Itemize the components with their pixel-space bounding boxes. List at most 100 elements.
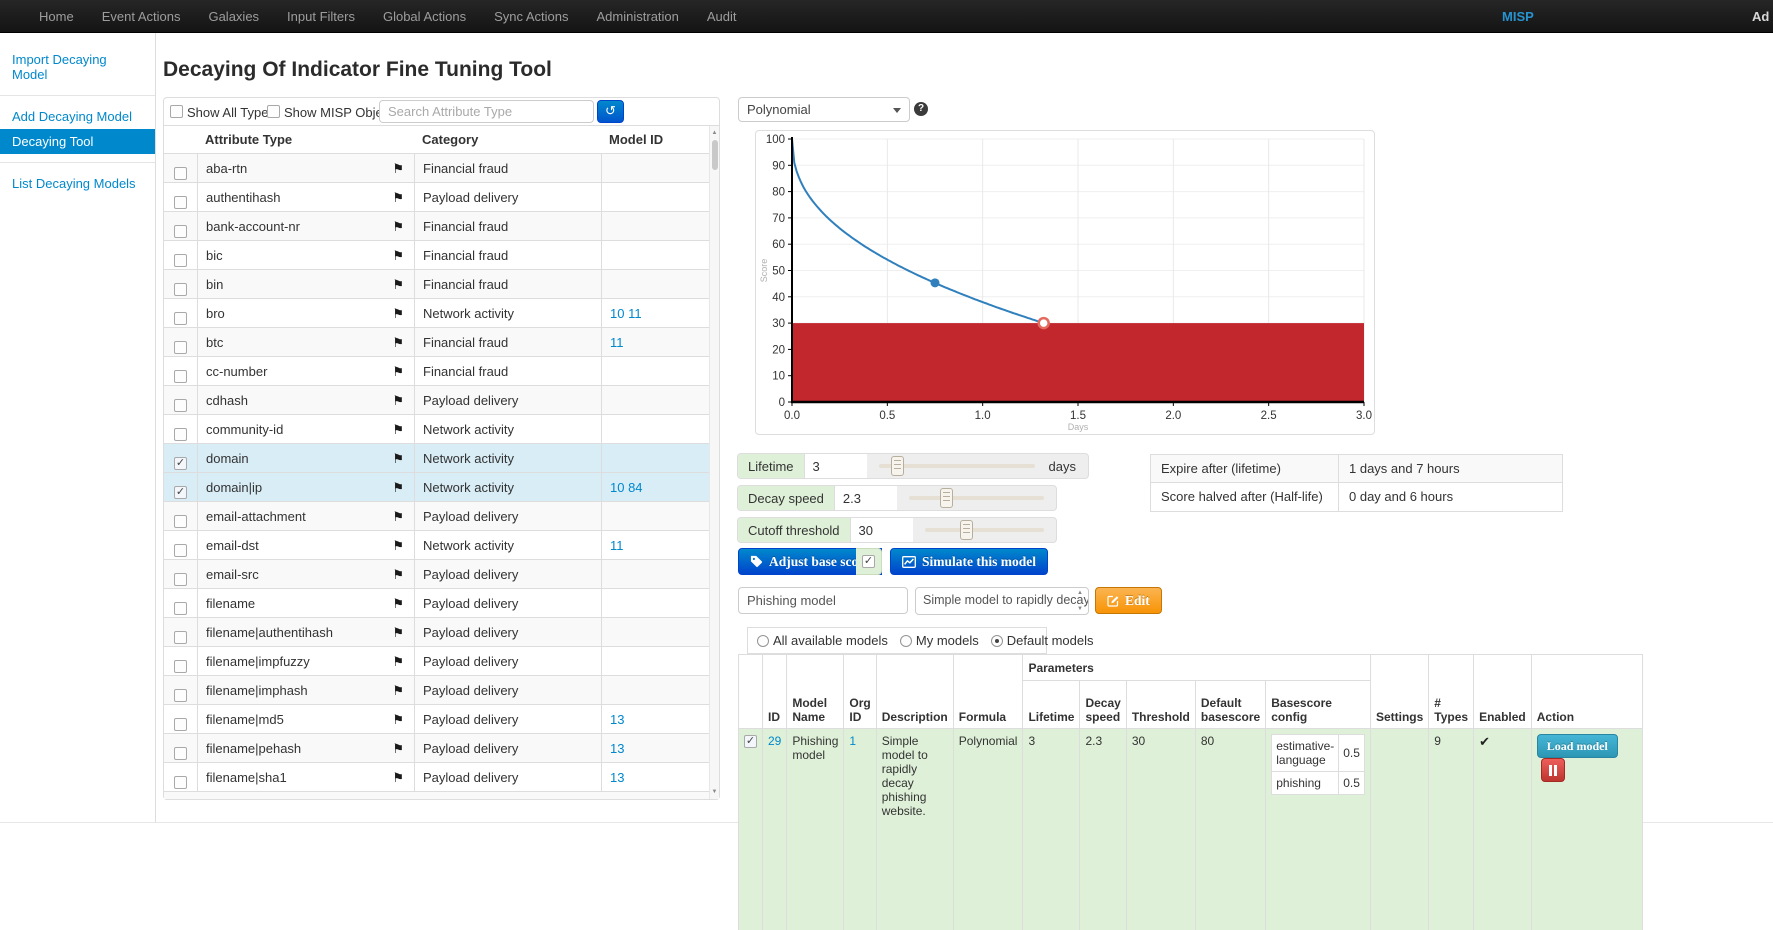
show-misp-objects-checkbox[interactable] — [267, 105, 280, 118]
model-row[interactable]: ✓ 29 Phishing model 1 Simple model to ra… — [739, 729, 1643, 930]
nav-item-home[interactable]: Home — [25, 0, 88, 33]
slider-track[interactable] — [909, 496, 1044, 500]
row-checkbox[interactable]: ✓ — [174, 457, 187, 470]
model-description-input[interactable]: Simple model to rapidly decay ▲▼ — [915, 587, 1089, 615]
model-id-link[interactable]: 29 — [768, 734, 781, 748]
radio-button[interactable] — [757, 635, 769, 647]
nav-item-sync-actions[interactable]: Sync Actions — [480, 0, 582, 33]
table-row[interactable]: authentihash⚑Payload delivery — [164, 183, 709, 212]
nav-item-audit[interactable]: Audit — [693, 0, 751, 33]
misp-brand[interactable]: MISP — [1502, 0, 1534, 33]
table-row[interactable]: aba-rtn⚑Financial fraud — [164, 154, 709, 183]
sidebar-item-add-decaying-model[interactable]: Add Decaying Model — [0, 104, 155, 129]
table-row[interactable]: filename|md5⚑Payload delivery13 — [164, 705, 709, 734]
radio-button[interactable] — [991, 635, 1003, 647]
nav-item-administration[interactable]: Administration — [583, 0, 693, 33]
row-checkbox[interactable] — [174, 689, 187, 702]
textarea-scroll-arrows[interactable]: ▲▼ — [1074, 590, 1086, 612]
table-row[interactable]: bro⚑Network activity10 11 — [164, 299, 709, 328]
edit-model-button[interactable]: Edit — [1095, 587, 1162, 614]
table-row[interactable]: email-dst⚑Network activity11 — [164, 531, 709, 560]
table-row[interactable]: email-src⚑Payload delivery — [164, 560, 709, 589]
attribute-table-scrollbar[interactable]: ▲ ▼ — [709, 126, 719, 799]
org-id-link[interactable]: 1 — [849, 734, 856, 748]
row-checkbox[interactable] — [174, 312, 187, 325]
load-model-button[interactable]: Load model — [1537, 734, 1618, 758]
nav-item-input-filters[interactable]: Input Filters — [273, 0, 369, 33]
model-id-link[interactable]: 13 — [610, 741, 624, 756]
scrollbar-thumb[interactable] — [712, 140, 718, 170]
row-checkbox[interactable] — [174, 573, 187, 586]
radio-all-available-models[interactable]: All available models — [757, 633, 888, 648]
decay-speed-value[interactable]: 2.3 — [835, 486, 897, 510]
table-row[interactable]: filename|impfuzzy⚑Payload delivery — [164, 647, 709, 676]
row-checkbox[interactable] — [174, 225, 187, 238]
refresh-search-button[interactable]: ↺ — [597, 100, 624, 123]
row-checkbox[interactable] — [174, 428, 187, 441]
table-row[interactable]: bank-account-nr⚑Financial fraud — [164, 212, 709, 241]
table-row[interactable]: email-attachment⚑Payload delivery — [164, 502, 709, 531]
lifetime-slider[interactable] — [879, 454, 1035, 478]
sidebar-item-list-decaying-models[interactable]: List Decaying Models — [0, 171, 155, 196]
row-checkbox[interactable] — [174, 631, 187, 644]
row-checkbox[interactable] — [174, 544, 187, 557]
row-checkbox[interactable] — [174, 167, 187, 180]
scroll-down-icon[interactable]: ▼ — [710, 789, 719, 795]
formula-select[interactable]: Polynomial — [738, 97, 910, 122]
model-id-link[interactable]: 10 11 — [610, 306, 642, 321]
slider-track[interactable] — [925, 528, 1044, 532]
table-row[interactable]: filename|pehash⚑Payload delivery13 — [164, 734, 709, 763]
model-id-link[interactable]: 13 — [610, 770, 624, 785]
row-checkbox[interactable] — [174, 341, 187, 354]
radio-button[interactable] — [900, 635, 912, 647]
table-row[interactable]: community-id⚑Network activity — [164, 415, 709, 444]
table-row[interactable]: filename|sha1⚑Payload delivery13 — [164, 763, 709, 792]
row-checkbox[interactable] — [174, 776, 187, 789]
slider-handle[interactable] — [891, 456, 904, 476]
nav-right-text[interactable]: Ad — [1752, 0, 1769, 33]
model-id-link[interactable]: 10 84 — [610, 480, 643, 495]
row-checkbox[interactable] — [174, 602, 187, 615]
model-id-link[interactable]: 11 — [610, 335, 624, 350]
search-attribute-input[interactable] — [379, 100, 594, 123]
model-row-checkbox[interactable]: ✓ — [744, 735, 757, 748]
show-all-types-checkbox[interactable] — [170, 105, 183, 118]
table-row[interactable]: btc⚑Financial fraud11 — [164, 328, 709, 357]
row-checkbox[interactable] — [174, 254, 187, 267]
row-checkbox[interactable]: ✓ — [174, 486, 187, 499]
sidebar-item-decaying-tool[interactable]: Decaying Tool — [0, 129, 155, 154]
slider-handle[interactable] — [960, 520, 973, 540]
row-checkbox[interactable] — [174, 399, 187, 412]
row-checkbox[interactable] — [174, 196, 187, 209]
row-checkbox[interactable] — [174, 370, 187, 383]
nav-item-galaxies[interactable]: Galaxies — [194, 0, 273, 33]
table-row[interactable]: filename|imphash⚑Payload delivery — [164, 676, 709, 705]
curve-point-marker[interactable] — [931, 278, 940, 287]
table-row[interactable]: cc-number⚑Financial fraud — [164, 357, 709, 386]
model-id-link[interactable]: 13 — [610, 712, 624, 727]
row-checkbox[interactable] — [174, 515, 187, 528]
cutoff-threshold-value[interactable]: 30 — [851, 518, 913, 542]
table-row[interactable]: ✓domain⚑Network activity — [164, 444, 709, 473]
model-id-link[interactable]: 11 — [610, 538, 624, 553]
table-row[interactable]: ✓domain|ip⚑Network activity10 84 — [164, 473, 709, 502]
scroll-up-icon[interactable]: ▲ — [1077, 590, 1083, 596]
table-row[interactable]: filename|authentihash⚑Payload delivery — [164, 618, 709, 647]
decay-speed-slider[interactable] — [909, 486, 1044, 510]
row-checkbox[interactable] — [174, 660, 187, 673]
model-name-input[interactable] — [738, 587, 908, 614]
table-row[interactable]: bic⚑Financial fraud — [164, 241, 709, 270]
cutoff-point-marker[interactable] — [1039, 318, 1049, 328]
adjust-base-score-checkbox[interactable]: ✓ — [862, 555, 875, 568]
row-checkbox[interactable] — [174, 283, 187, 296]
scroll-down-icon[interactable]: ▼ — [1077, 606, 1083, 612]
row-checkbox[interactable] — [174, 747, 187, 760]
nav-item-global-actions[interactable]: Global Actions — [369, 0, 480, 33]
help-icon[interactable]: ? — [914, 102, 928, 116]
scroll-up-icon[interactable]: ▲ — [710, 130, 719, 136]
sidebar-item-import-decaying-model[interactable]: Import Decaying Model — [0, 47, 155, 87]
slider-handle[interactable] — [940, 488, 953, 508]
table-row[interactable]: filename⚑Payload delivery — [164, 589, 709, 618]
table-row[interactable]: cdhash⚑Payload delivery — [164, 386, 709, 415]
simulate-model-button[interactable]: Simulate this model — [890, 548, 1048, 575]
